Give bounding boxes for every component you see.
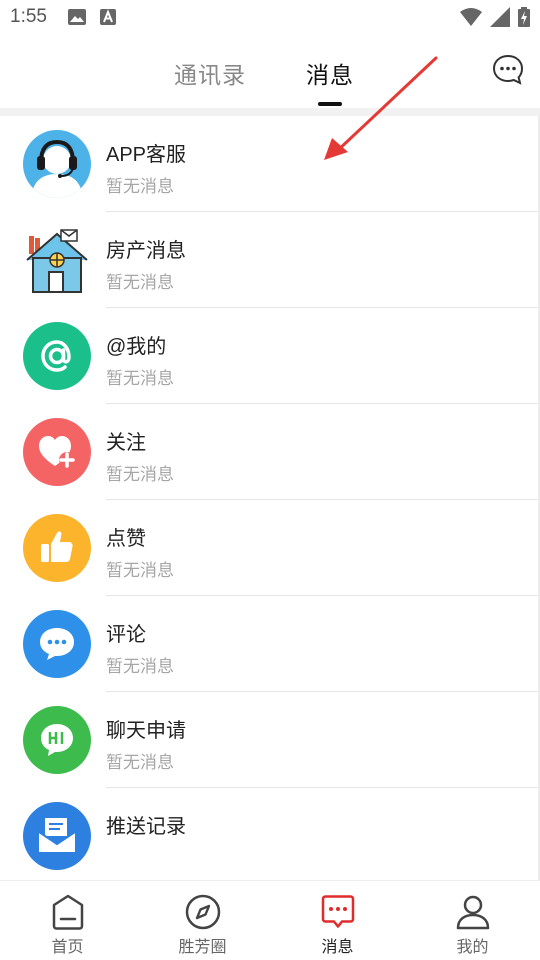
nav-profile[interactable]: 我的 (405, 881, 540, 960)
nav-circle[interactable]: 胜芳圈 (135, 881, 270, 960)
nav-label: 我的 (456, 937, 489, 956)
compass-icon (185, 894, 220, 930)
item-subtitle: 暂无消息 (106, 657, 174, 677)
list-item-comments[interactable]: 评论 暂无消息 (0, 596, 540, 692)
item-title: APP客服 (106, 144, 187, 166)
thumbs-up-icon (23, 514, 91, 582)
image-notification-icon (68, 9, 86, 29)
signal-icon (490, 7, 510, 31)
push-mail-icon (23, 802, 91, 870)
list-item-mentions[interactable]: @我的 暂无消息 (0, 308, 540, 404)
nav-messages[interactable]: 消息 (270, 881, 405, 960)
item-subtitle: 暂无消息 (106, 753, 174, 773)
tab-messages[interactable]: 消息 (306, 56, 354, 90)
house-icon (23, 226, 91, 294)
bottom-nav: 首页 胜芳圈 消息 我的 (0, 880, 540, 960)
list-item-likes[interactable]: 点赞 暂无消息 (0, 500, 540, 596)
list-item-follow[interactable]: 关注 暂无消息 (0, 404, 540, 500)
item-title: @我的 (106, 336, 167, 358)
item-title: 房产消息 (106, 240, 186, 262)
tab-contacts[interactable]: 通讯录 (174, 56, 246, 90)
comment-icon (23, 610, 91, 678)
item-subtitle: 暂无消息 (106, 369, 174, 389)
customer-service-icon (23, 130, 91, 198)
nav-home[interactable]: 首页 (0, 881, 135, 960)
status-time: 1:55 (10, 6, 47, 27)
chat-bubble-icon (492, 54, 524, 85)
home-icon (52, 894, 83, 930)
status-bar: 1:55 (0, 0, 540, 36)
nav-label: 首页 (51, 937, 84, 956)
item-title: 推送记录 (106, 816, 186, 838)
list-item-property-news[interactable]: 房产消息 暂无消息 (0, 212, 540, 308)
message-list: APP客服 暂无消息 房产消息 暂无消息 @我的 暂无消息 关注 暂无消息 点赞… (0, 116, 540, 880)
item-subtitle: 暂无消息 (106, 561, 174, 581)
header-divider (0, 108, 540, 116)
message-icon (321, 895, 354, 928)
item-subtitle: 暂无消息 (106, 465, 174, 485)
item-title: 点赞 (106, 528, 146, 550)
item-title: 评论 (106, 624, 146, 646)
nav-label: 胜芳圈 (178, 937, 227, 956)
nav-label: 消息 (321, 937, 354, 956)
list-item-chat-request[interactable]: 聊天申请 暂无消息 (0, 692, 540, 788)
profile-icon (456, 895, 489, 930)
chat-hi-icon (23, 706, 91, 774)
item-title: 关注 (106, 432, 146, 454)
list-item-app-service[interactable]: APP客服 暂无消息 (0, 116, 540, 212)
item-subtitle: 暂无消息 (106, 177, 174, 197)
item-title: 聊天申请 (106, 720, 186, 742)
wifi-icon (460, 8, 482, 30)
item-subtitle: 暂无消息 (106, 273, 174, 293)
a-notification-icon (100, 9, 116, 29)
at-icon (23, 322, 91, 390)
new-chat-button[interactable] (492, 54, 524, 86)
list-item-push-history[interactable]: 推送记录 (0, 788, 540, 880)
heart-plus-icon (23, 418, 91, 486)
battery-icon (518, 7, 530, 31)
top-header: 通讯录 消息 (0, 36, 540, 108)
active-tab-indicator (318, 102, 342, 106)
